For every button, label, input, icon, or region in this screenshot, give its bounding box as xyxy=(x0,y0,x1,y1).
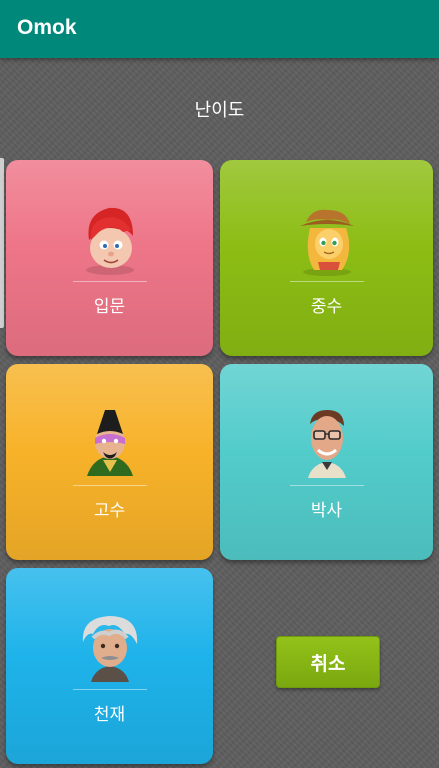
level-label: 고수 xyxy=(93,501,126,521)
level-label: 천재 xyxy=(93,705,126,725)
glasses-professor-avatar-icon xyxy=(307,410,346,478)
card-divider xyxy=(72,281,147,282)
level-card-expert[interactable]: 박사 xyxy=(220,364,433,560)
cancel-button[interactable]: 취소 xyxy=(276,636,380,688)
einstein-genius-avatar-icon xyxy=(82,616,137,682)
app-title: Omok xyxy=(17,16,77,39)
card-divider xyxy=(289,485,364,486)
cowgirl-pony-avatar-icon xyxy=(299,209,354,276)
level-label: 중수 xyxy=(310,297,343,317)
level-label: 박사 xyxy=(310,501,343,521)
card-divider xyxy=(72,485,147,486)
level-card-beginner[interactable]: 입문 xyxy=(6,160,213,356)
level-card-genius[interactable]: 천재 xyxy=(6,568,213,764)
card-divider xyxy=(72,689,147,690)
level-card-advanced[interactable]: 고수 xyxy=(6,364,213,560)
red-haired-boy-avatar-icon xyxy=(85,207,134,275)
masked-ninja-avatar-icon xyxy=(86,410,133,476)
dialog-title: 난이도 xyxy=(194,100,245,121)
scroll-edge-indicator xyxy=(0,158,4,328)
level-card-intermediate[interactable]: 중수 xyxy=(220,160,433,356)
card-divider xyxy=(289,281,364,282)
level-label: 입문 xyxy=(93,297,126,317)
app-bar: Omok xyxy=(0,0,439,58)
